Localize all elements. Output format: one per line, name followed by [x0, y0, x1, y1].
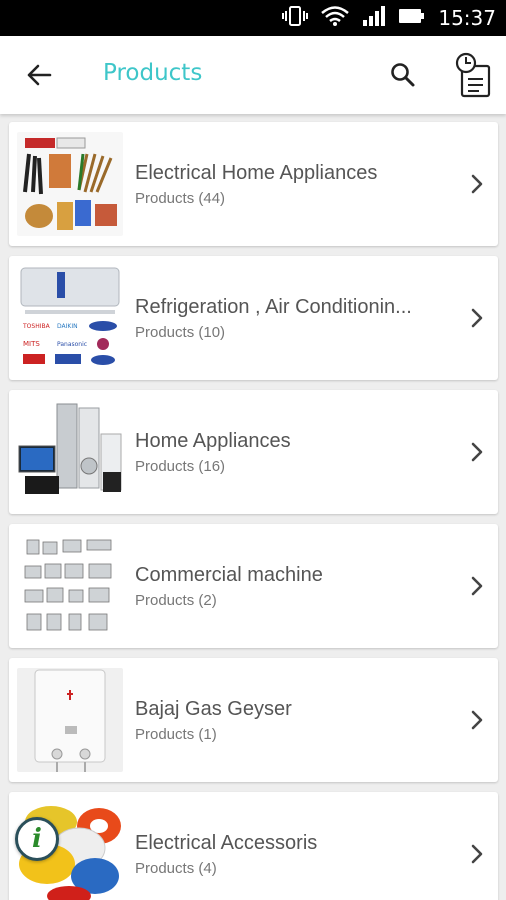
category-name: Commercial machine	[135, 564, 323, 586]
chevron-right-icon	[471, 710, 483, 730]
vibrate-icon	[282, 5, 309, 31]
chevron-right-icon	[471, 576, 483, 596]
category-count: Products (16)	[135, 458, 226, 475]
category-name: Home Appliances	[135, 430, 291, 452]
category-name: Electrical Accessoris	[135, 832, 318, 854]
history-button[interactable]	[450, 50, 496, 100]
category-count: Products (10)	[135, 324, 226, 341]
status-time: 15:37	[438, 6, 496, 30]
wifi-icon	[320, 5, 350, 31]
category-card[interactable]: Home Appliances Products (16)	[9, 390, 498, 514]
chevron-right-icon	[471, 844, 483, 864]
category-card[interactable]: TOSHIBA DAIKIN MITS Panasonic Refrigerat…	[9, 256, 498, 380]
svg-text:Panasonic: Panasonic	[57, 341, 87, 348]
chevron-right-icon	[471, 442, 483, 462]
air-conditioner-brands-image: TOSHIBA DAIKIN MITS Panasonic	[17, 266, 123, 370]
signal-icon	[362, 5, 386, 31]
category-list: Electrical Home Appliances Products (44)…	[0, 114, 506, 900]
search-button[interactable]	[382, 54, 424, 96]
chevron-right-icon	[471, 174, 483, 194]
commercial-machines-image	[17, 534, 123, 638]
info-button[interactable]: i	[15, 817, 59, 861]
category-card[interactable]: Bajaj Gas Geyser Products (1)	[9, 658, 498, 782]
category-count: Products (44)	[135, 190, 226, 207]
search-icon	[391, 63, 415, 87]
category-count: Products (2)	[135, 592, 217, 609]
svg-text:MITS: MITS	[23, 340, 40, 348]
svg-text:DAIKIN: DAIKIN	[57, 323, 78, 330]
category-count: Products (1)	[135, 726, 217, 743]
gas-geyser-image	[17, 668, 123, 772]
category-count: Products (4)	[135, 860, 217, 877]
category-card[interactable]: Electrical Accessoris Products (4)	[9, 792, 498, 900]
home-appliances-image	[17, 400, 123, 504]
app-bar: Products	[0, 36, 506, 114]
page-title: Products	[103, 60, 203, 86]
history-list-icon	[455, 52, 491, 98]
category-card[interactable]: Electrical Home Appliances Products (44)	[9, 122, 498, 246]
svg-text:TOSHIBA: TOSHIBA	[22, 323, 51, 330]
category-name: Bajaj Gas Geyser	[135, 698, 292, 720]
category-name: Refrigeration , Air Conditionin...	[135, 296, 412, 318]
back-button[interactable]	[18, 54, 60, 96]
battery-icon	[398, 5, 426, 31]
status-icons: 15:37	[282, 0, 496, 36]
info-icon: i	[32, 824, 42, 854]
back-arrow-icon	[27, 64, 52, 86]
category-card[interactable]: Commercial machine Products (2)	[9, 524, 498, 648]
electrical-wires-image	[17, 132, 123, 236]
chevron-right-icon	[471, 308, 483, 328]
status-bar: 15:37	[0, 0, 506, 36]
category-name: Electrical Home Appliances	[135, 162, 378, 184]
